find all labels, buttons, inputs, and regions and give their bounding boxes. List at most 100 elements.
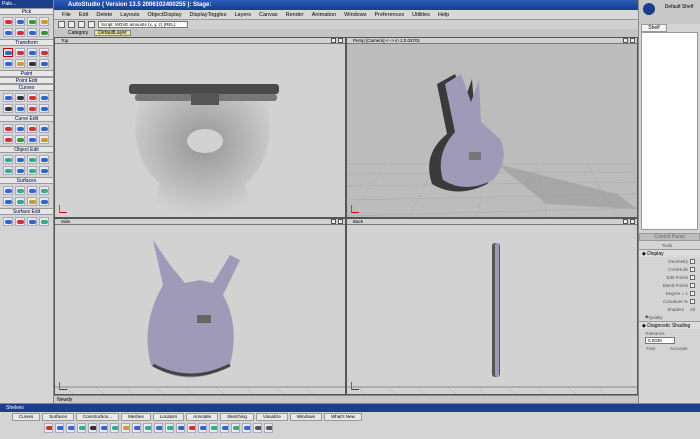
blend-tool-icon[interactable] (66, 423, 75, 433)
shelf-tab-whats-new[interactable]: What's New (324, 413, 362, 421)
stitch-icon[interactable] (39, 217, 49, 226)
new-curve-icon[interactable] (44, 423, 53, 433)
snap-curve-icon[interactable] (78, 21, 85, 28)
shelf-tab-meshes[interactable]: Meshes (121, 413, 151, 421)
move-icon[interactable] (3, 48, 13, 57)
degree-toggle[interactable]: Degree = 1 (639, 289, 700, 297)
rail-icon[interactable] (39, 186, 49, 195)
query-edit-icon[interactable] (27, 59, 37, 68)
menu-windows[interactable]: Windows (340, 12, 370, 18)
lattice-icon[interactable] (15, 155, 25, 164)
maximize-icon[interactable] (331, 219, 336, 224)
grid-tool-icon[interactable] (253, 423, 262, 433)
close-icon[interactable] (338, 219, 343, 224)
menu-displaytoggles[interactable]: DisplayToggles (185, 12, 230, 18)
geometry-toggle[interactable]: Geometry (639, 257, 700, 265)
fast-option[interactable]: Fast (646, 346, 655, 351)
detach-icon[interactable] (15, 124, 25, 133)
conform-icon[interactable] (39, 166, 49, 175)
offset-tool-icon[interactable] (110, 423, 119, 433)
boundary-icon[interactable] (15, 197, 25, 206)
project-tool-icon[interactable] (99, 423, 108, 433)
section-object-edit[interactable]: Object Edit (0, 146, 53, 153)
round-tool-icon[interactable] (242, 423, 251, 433)
trim-icon[interactable] (3, 217, 13, 226)
shelf-tab-sketching[interactable]: Sketching (220, 413, 254, 421)
edit-points-toggle[interactable]: Edit Points (639, 273, 700, 281)
close-icon[interactable] (630, 38, 635, 43)
tools-dropdown[interactable]: Tools (639, 241, 700, 249)
ep-curve-icon[interactable] (39, 93, 49, 102)
pick-point-icon[interactable] (39, 17, 49, 26)
section-surfaces[interactable]: Surfaces (0, 177, 53, 184)
shelf-tab-curves[interactable]: Curves (12, 413, 41, 421)
pick-hull-icon[interactable] (27, 28, 37, 37)
fillet-curve-icon[interactable] (27, 104, 37, 113)
intersect-icon[interactable] (3, 135, 13, 144)
pick-mode-icon[interactable] (58, 21, 65, 28)
trim-tool-icon[interactable] (176, 423, 185, 433)
maximize-icon[interactable] (623, 219, 628, 224)
extend-icon[interactable] (3, 124, 13, 133)
menu-layouts[interactable]: Layouts (116, 12, 143, 18)
fillet-tool-icon[interactable] (77, 423, 86, 433)
skin-icon[interactable] (15, 186, 25, 195)
stitch-tool-icon[interactable] (187, 423, 196, 433)
rotate-icon[interactable] (15, 48, 25, 57)
maximize-icon[interactable] (623, 38, 628, 43)
shelf-tab-annotate[interactable]: Annotate (186, 413, 219, 421)
square-tool-icon[interactable] (198, 423, 207, 433)
multi-blend-icon[interactable] (39, 197, 49, 206)
section-curve-edit[interactable]: Curve Edit (0, 115, 53, 122)
viewport-persp[interactable]: Persp [Camera] <--> in 1:0.03701 (346, 37, 638, 218)
blend-curve-icon[interactable] (39, 104, 49, 113)
rectangle-icon[interactable] (15, 104, 25, 113)
pick-component-icon[interactable] (15, 17, 25, 26)
section-paint[interactable]: Paint (0, 70, 53, 77)
layer-button[interactable]: DefaultLayer (94, 30, 131, 36)
snap-grid-icon[interactable] (68, 21, 75, 28)
shelf-tab-windows[interactable]: Windows (289, 413, 323, 421)
section-surface-edit[interactable]: Surface Edit (0, 208, 53, 215)
shelf-tab-construction[interactable]: Construction... (76, 413, 120, 421)
align-icon[interactable] (27, 135, 37, 144)
bend-icon[interactable] (39, 155, 49, 164)
shaders-row[interactable]: Shaders All (639, 305, 700, 313)
category-label[interactable]: Category (68, 30, 88, 36)
close-icon[interactable] (630, 219, 635, 224)
section-curves[interactable]: Curves (0, 84, 53, 91)
set-planar-icon[interactable] (27, 197, 37, 206)
attach-icon[interactable] (27, 124, 37, 133)
pick-nothing-icon[interactable] (3, 28, 13, 37)
nonp-scale-icon[interactable] (39, 48, 49, 57)
menu-help[interactable]: Help (434, 12, 453, 18)
extrude-icon[interactable] (27, 186, 37, 195)
offset-icon[interactable] (39, 124, 49, 133)
menu-objectdisplay[interactable]: ObjectDisplay (144, 12, 186, 18)
menu-canvas[interactable]: Canvas (255, 12, 282, 18)
close-icon[interactable] (338, 38, 343, 43)
script-prompt[interactable]: Script: MOVE amounts (x, y, z) (REL): (98, 21, 188, 28)
blend-points-toggle[interactable]: Blend Points (639, 281, 700, 289)
center-pivot-icon[interactable] (15, 59, 25, 68)
twist-icon[interactable] (27, 155, 37, 164)
snap-tool-icon[interactable] (264, 423, 273, 433)
curve-tool-icon[interactable] (55, 423, 64, 433)
smooth-icon[interactable] (27, 166, 37, 175)
display-section[interactable]: ◆ Display (639, 249, 700, 257)
shelf-tab-locators[interactable]: Locators (152, 413, 185, 421)
section-pick[interactable]: Pick (0, 8, 53, 15)
skin-tool-icon[interactable] (154, 423, 163, 433)
viewport-top[interactable]: Top (54, 37, 346, 218)
pick-cv-icon[interactable] (15, 28, 25, 37)
rebuild-icon[interactable] (39, 135, 49, 144)
set-pivot-icon[interactable] (3, 59, 13, 68)
menu-edit[interactable]: Edit (75, 12, 92, 18)
flange-tool-icon[interactable] (231, 423, 240, 433)
menu-render[interactable]: Render (282, 12, 308, 18)
sculpt-icon[interactable] (15, 166, 25, 175)
cv-curve-icon[interactable] (27, 93, 37, 102)
pick-object-icon[interactable] (3, 17, 13, 26)
scale-icon[interactable] (27, 48, 37, 57)
shelf-tab[interactable]: Shelf (641, 24, 667, 32)
